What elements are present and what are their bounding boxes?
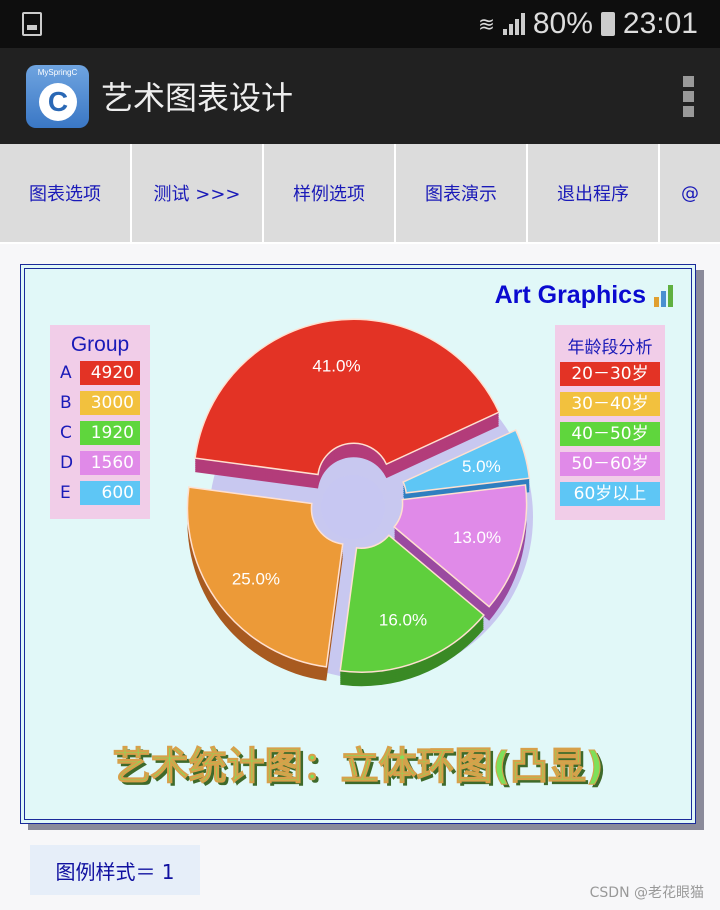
group-legend: Group A 4920 B 3000 C 1920 D 1560 E 600	[50, 325, 150, 519]
legend-key: D	[60, 453, 74, 473]
image-notification-icon	[22, 12, 42, 36]
age-legend-item: 60岁以上	[560, 482, 660, 506]
group-legend-item: D 1560	[60, 451, 140, 475]
legend-key: E	[60, 483, 71, 503]
slice-label: 5.0%	[462, 457, 501, 476]
age-legend-item: 50－60岁	[560, 452, 660, 476]
clock: 23:01	[622, 7, 698, 40]
wifi-icon: ≋	[478, 13, 495, 36]
chart-big-title: 艺术统计图：立体环图(凸显)	[112, 744, 604, 789]
legend-style-button[interactable]: 图例样式＝ 1	[30, 845, 200, 895]
slice-label: 13.0%	[453, 528, 501, 547]
exit-button[interactable]: 退出程序	[528, 144, 658, 242]
legend-value: 1560	[80, 451, 140, 475]
slice-label: 41.0%	[312, 356, 360, 375]
age-legend-label: 60岁以上	[560, 482, 660, 506]
group-legend-title: Group	[70, 333, 130, 356]
legend-value: 3000	[80, 391, 140, 415]
battery-percent: 80%	[532, 7, 593, 40]
chart-header: Art Graphics	[495, 281, 673, 310]
overflow-menu-icon[interactable]	[683, 75, 694, 117]
age-legend-item: 40－50岁	[560, 422, 660, 446]
age-legend-title: 年龄段分析	[567, 338, 653, 357]
at-button[interactable]: @	[660, 144, 720, 242]
donut-hole	[321, 475, 385, 539]
status-bar: ≋ 80% 23:01	[0, 0, 720, 48]
age-legend-label: 40－50岁	[560, 422, 660, 446]
legend-value: 1920	[80, 421, 140, 445]
age-legend-item: 20－30岁	[560, 362, 660, 386]
app-logo: MySpringC C	[26, 64, 89, 128]
signal-icon	[502, 13, 525, 35]
group-legend-item: B 3000	[60, 391, 140, 415]
legend-key: B	[60, 393, 72, 413]
bar-chart-icon	[654, 284, 673, 307]
chart-options-button[interactable]: 图表选项	[0, 144, 130, 242]
slice-label: 25.0%	[232, 569, 280, 588]
legend-value: 600	[80, 481, 140, 505]
group-legend-item: E 600	[60, 481, 140, 505]
app-title: 艺术图表设计	[101, 79, 294, 117]
age-legend-label: 30－40岁	[560, 392, 660, 416]
toolbar: 图表选项 测试 >>> 样例选项 图表演示 退出程序 @	[0, 144, 720, 244]
watermark: CSDN @老花眼猫	[589, 885, 704, 901]
battery-icon	[600, 12, 615, 36]
group-legend-item: C 1920	[60, 421, 140, 445]
app-bar: MySpringC C 艺术图表设计	[0, 48, 720, 144]
legend-key: A	[60, 363, 72, 383]
legend-key: C	[60, 423, 72, 443]
age-legend-label: 50－60岁	[560, 452, 660, 476]
group-legend-item: A 4920	[60, 361, 140, 385]
slice-label: 16.0%	[379, 611, 427, 630]
chart-panel: 41.0% 25.0% 16.0% 13.0% 5.0% Art Graphics Gr…	[20, 264, 696, 824]
test-button[interactable]: 测试 >>>	[132, 144, 262, 242]
chart-demo-button[interactable]: 图表演示	[396, 144, 526, 242]
legend-value: 4920	[80, 361, 140, 385]
age-legend-label: 20－30岁	[560, 362, 660, 386]
sample-options-button[interactable]: 样例选项	[264, 144, 394, 242]
age-legend-item: 30－40岁	[560, 392, 660, 416]
age-legend: 年龄段分析 20－30岁 30－40岁 40－50岁 50－60岁 60岁以上	[555, 325, 665, 520]
